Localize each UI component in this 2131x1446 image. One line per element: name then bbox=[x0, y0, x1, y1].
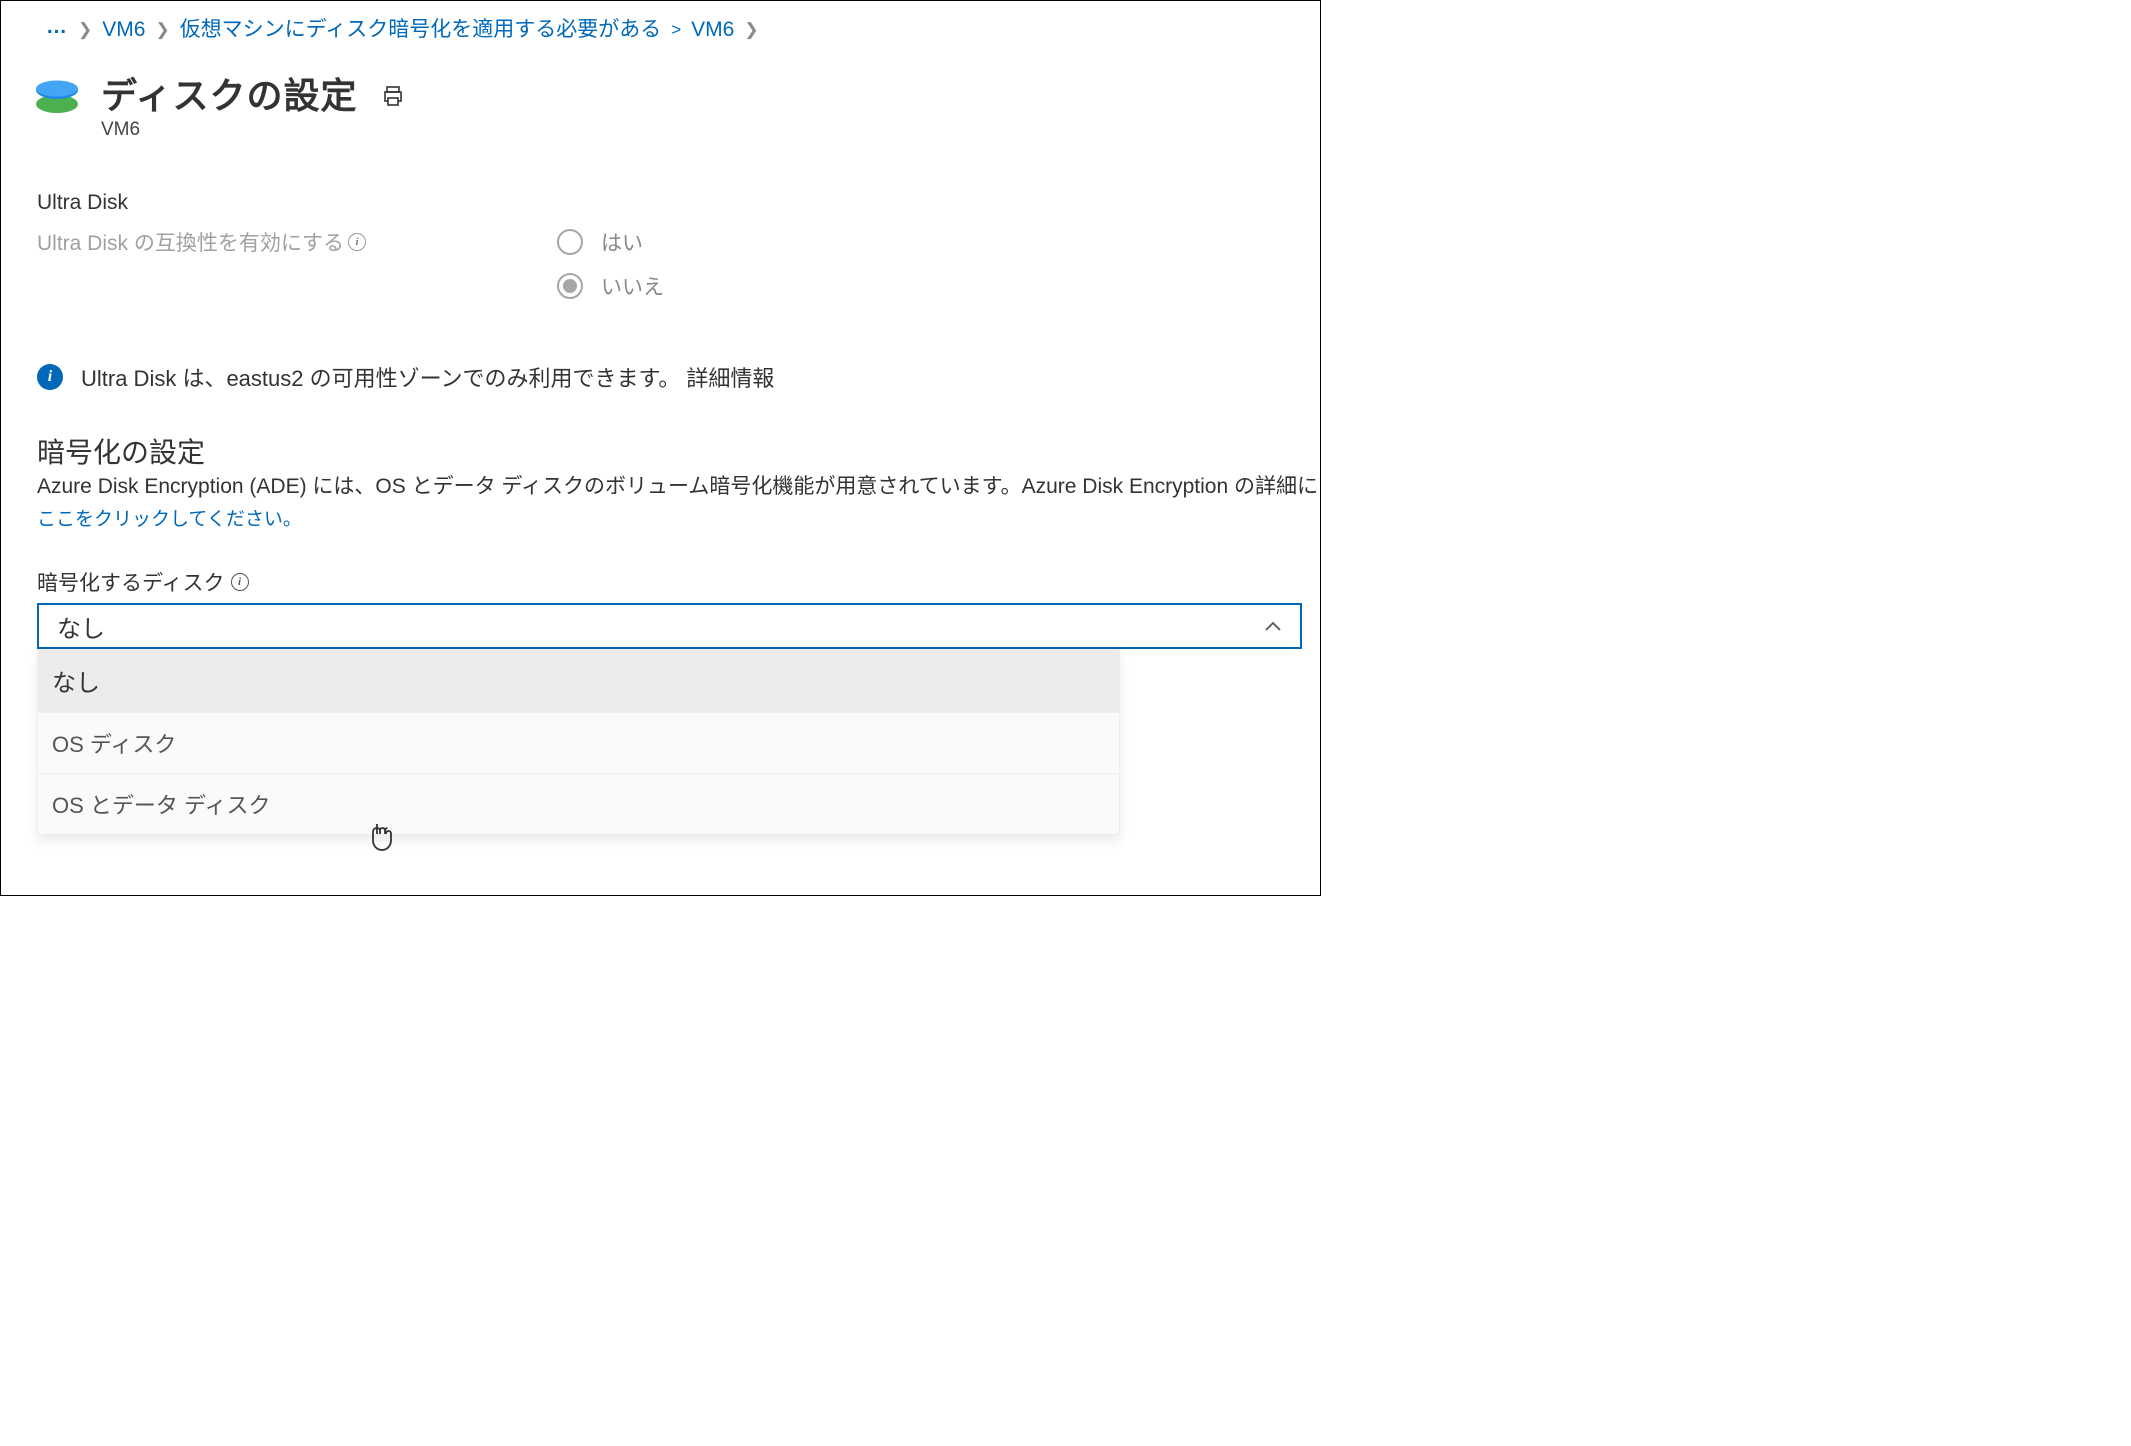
chevron-up-icon bbox=[1264, 616, 1282, 637]
breadcrumb-vm6-1[interactable]: VM6 bbox=[102, 19, 145, 40]
encryption-heading: 暗号化の設定 bbox=[37, 431, 1320, 471]
disks-to-encrypt-dropdown[interactable]: なし bbox=[37, 603, 1302, 649]
ultra-compat-label-text: Ultra Disk の互換性を有効にする bbox=[37, 227, 344, 257]
breadcrumb-vm6-2[interactable]: VM6 bbox=[691, 19, 734, 40]
page-subtitle: VM6 bbox=[101, 119, 405, 141]
breadcrumb-ellipsis[interactable]: … bbox=[46, 16, 68, 43]
cursor-icon bbox=[368, 822, 396, 864]
info-banner: i Ultra Disk は、eastus2 の可用性ゾーンでのみ利用できます。… bbox=[1, 301, 1320, 393]
encryption-section: 暗号化の設定 Azure Disk Encryption (ADE) には、OS… bbox=[1, 393, 1320, 531]
page-header: ディスクの設定 VM6 bbox=[1, 53, 1320, 141]
ultra-compat-label: Ultra Disk の互換性を有効にする i bbox=[37, 227, 457, 257]
chevron-right-icon: > bbox=[671, 21, 681, 38]
radio-yes-label: はい bbox=[601, 227, 643, 257]
breadcrumb-policy[interactable]: 仮想マシンにディスク暗号化を適用する必要がある bbox=[180, 19, 662, 40]
info-banner-text: Ultra Disk は、eastus2 の可用性ゾーンでのみ利用できます。 詳… bbox=[81, 361, 774, 393]
breadcrumb: … ❯ VM6 ❯ 仮想マシンにディスク暗号化を適用する必要がある > VM6 … bbox=[1, 16, 1320, 53]
info-icon[interactable]: i bbox=[348, 233, 366, 251]
radio-no[interactable]: いいえ bbox=[557, 271, 664, 301]
ultra-disk-section: Ultra Disk Ultra Disk の互換性を有効にする i はい いい… bbox=[1, 141, 1320, 301]
disk-icon bbox=[33, 73, 81, 121]
disks-to-encrypt-label: 暗号化するディスク i bbox=[37, 567, 1320, 597]
page-title: ディスクの設定 bbox=[101, 67, 357, 119]
disks-to-encrypt-label-text: 暗号化するディスク bbox=[37, 567, 225, 597]
encryption-learn-more-link[interactable]: ここをクリックしてください。 bbox=[37, 504, 302, 531]
dropdown-list: なし OS ディスク OS とデータ ディスク bbox=[37, 649, 1120, 835]
ultra-disk-heading: Ultra Disk bbox=[37, 191, 1290, 215]
radio-circle-icon bbox=[557, 273, 583, 299]
dropdown-option-os-and-data[interactable]: OS とデータ ディスク bbox=[38, 774, 1119, 834]
chevron-right-icon: ❯ bbox=[78, 21, 92, 38]
info-icon: i bbox=[37, 364, 63, 390]
encryption-desc: Azure Disk Encryption (ADE) には、OS とデータ デ… bbox=[37, 473, 1320, 500]
chevron-right-icon: ❯ bbox=[155, 21, 169, 38]
ultra-compat-radios: はい いいえ bbox=[557, 227, 664, 301]
print-icon[interactable] bbox=[381, 84, 405, 114]
dropdown-option-os-disk[interactable]: OS ディスク bbox=[38, 713, 1119, 774]
dropdown-option-none[interactable]: なし bbox=[38, 649, 1119, 713]
chevron-right-icon: ❯ bbox=[744, 21, 758, 38]
info-icon[interactable]: i bbox=[231, 573, 249, 591]
radio-no-label: いいえ bbox=[601, 271, 664, 301]
radio-yes[interactable]: はい bbox=[557, 227, 664, 257]
radio-circle-icon bbox=[557, 229, 583, 255]
dropdown-value: なし bbox=[57, 609, 105, 644]
